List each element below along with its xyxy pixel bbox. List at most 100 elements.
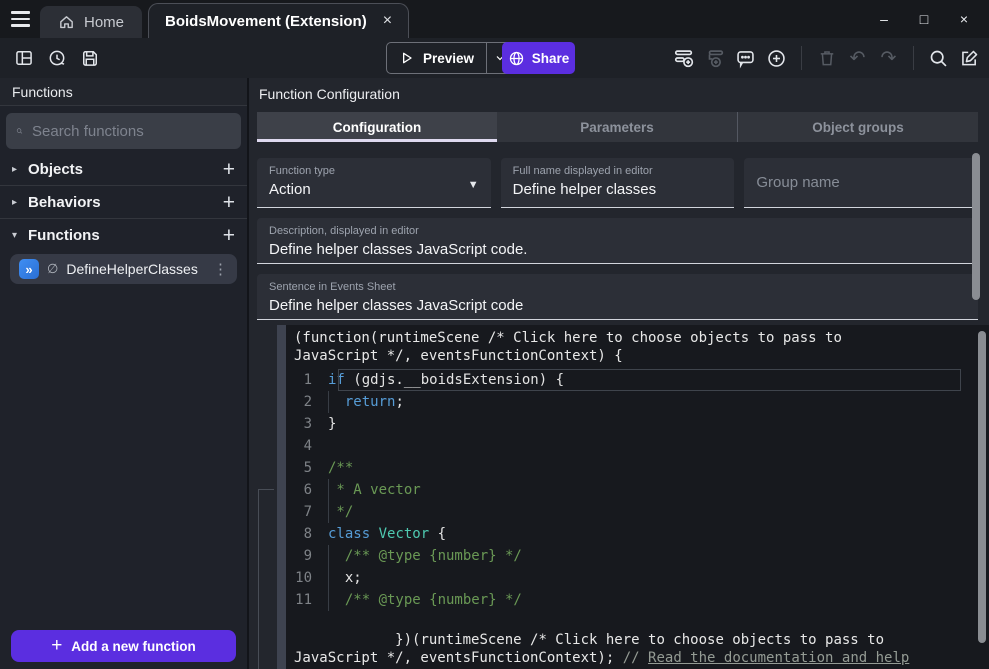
dropdown-caret-icon: ▼ <box>468 179 479 191</box>
function-menu-button[interactable]: ⋮ <box>213 260 228 278</box>
home-icon <box>58 14 75 31</box>
config-scrollbar[interactable] <box>972 153 980 300</box>
line-number: 8 <box>294 523 328 545</box>
minimize-button[interactable]: – <box>877 11 891 27</box>
add-new-function-button[interactable]: + Add a new function <box>11 630 236 662</box>
tab-boidsmovement[interactable]: BoidsMovement (Extension) × <box>148 3 409 38</box>
globe-icon <box>508 50 525 67</box>
sidebar-section-functions[interactable]: ▾ Functions + <box>0 219 247 252</box>
app-window: Home BoidsMovement (Extension) × – □ × <box>0 0 989 669</box>
search-icon <box>16 122 23 140</box>
panels-layout-button[interactable] <box>10 45 37 72</box>
history-button[interactable] <box>43 45 70 72</box>
redo-button[interactable]: ↷ <box>875 45 902 72</box>
close-tab-icon[interactable]: × <box>383 12 392 30</box>
function-type-select[interactable]: Function type Action ▼ <box>257 158 491 208</box>
sentence-field[interactable]: Sentence in Events Sheet Define helper c… <box>257 274 978 320</box>
tab-configuration[interactable]: Configuration <box>257 112 497 142</box>
add-event-button[interactable] <box>670 45 697 72</box>
code-header[interactable]: (function(runtimeScene /* Click here to … <box>294 329 930 365</box>
code-editor[interactable]: 1if (gdjs.__boidsExtension) {2 return;3}… <box>294 369 989 611</box>
function-item-definehelperclasses[interactable]: » ∅ DefineHelperClasses ⋮ <box>10 254 237 284</box>
preview-label: Preview <box>423 51 474 66</box>
delete-button[interactable] <box>813 45 840 72</box>
chevron-right-icon: ▸ <box>12 197 28 208</box>
code-line-text: } <box>328 413 336 435</box>
code-line[interactable]: 1if (gdjs.__boidsExtension) { <box>294 369 989 391</box>
plus-icon: + <box>51 635 62 657</box>
main-menu-button[interactable] <box>0 0 40 38</box>
code-line[interactable]: 10 x; <box>294 567 989 589</box>
code-line-text: * A vector <box>328 479 421 501</box>
close-window-button[interactable]: × <box>957 11 971 27</box>
save-icon <box>80 48 100 68</box>
section-label: Objects <box>28 161 83 178</box>
add-function-button[interactable]: + <box>223 225 235 246</box>
maximize-button[interactable]: □ <box>917 11 931 27</box>
preview-button[interactable]: Preview <box>386 42 513 74</box>
function-type-label: Function type <box>269 165 479 177</box>
edit-extension-button[interactable] <box>956 45 983 72</box>
choose-event-button[interactable] <box>763 45 790 72</box>
window-controls: – □ × <box>877 11 989 27</box>
main-panel: Function Configuration Configuration Par… <box>249 78 989 669</box>
description-field[interactable]: Description, displayed in editor Define … <box>257 218 978 264</box>
add-object-button[interactable]: + <box>223 159 235 180</box>
toolbar-left-group <box>10 45 103 72</box>
sentence-value: Define helper classes JavaScript code <box>269 297 966 314</box>
code-line-text: if (gdjs.__boidsExtension) { <box>328 369 564 391</box>
group-name-field[interactable] <box>744 158 978 208</box>
panels-layout-icon <box>14 48 34 68</box>
main-tabs: Configuration Parameters Object groups <box>257 112 978 142</box>
code-line[interactable]: 8class Vector { <box>294 523 989 545</box>
search-functions-box[interactable] <box>6 113 241 149</box>
event-drag-handle[interactable] <box>277 325 286 669</box>
code-editor-panel[interactable]: (function(runtimeScene /* Click here to … <box>286 325 989 669</box>
add-subevent-button[interactable] <box>701 45 728 72</box>
add-comment-button[interactable] <box>732 45 759 72</box>
content: Functions ▸ Objects + ▸ Behaviors + ▾ Fu… <box>0 78 989 669</box>
sidebar-spacer <box>0 284 247 630</box>
line-number: 9 <box>294 545 328 567</box>
group-name-input[interactable] <box>756 158 966 207</box>
line-number: 2 <box>294 391 328 413</box>
code-line[interactable]: 6 * A vector <box>294 479 989 501</box>
save-button[interactable] <box>76 45 103 72</box>
tab-object-groups[interactable]: Object groups <box>737 112 978 142</box>
tab-home[interactable]: Home <box>40 6 142 38</box>
full-name-field[interactable]: Full name displayed in editor Define hel… <box>501 158 735 208</box>
tab-parameters[interactable]: Parameters <box>497 112 737 142</box>
documentation-link[interactable]: Read the documentation and help <box>648 650 909 666</box>
line-number: 3 <box>294 413 328 435</box>
main-scrollbar[interactable] <box>978 331 986 643</box>
sidebar-section-behaviors[interactable]: ▸ Behaviors + <box>0 186 247 219</box>
indent-guide <box>328 479 329 501</box>
function-type-value: Action <box>269 181 479 198</box>
function-name: DefineHelperClasses <box>66 261 198 277</box>
play-icon <box>399 50 415 66</box>
line-number: 7 <box>294 501 328 523</box>
line-number: 10 <box>294 567 328 589</box>
undo-button[interactable]: ↶ <box>844 45 871 72</box>
full-name-value: Define helper classes <box>513 181 723 198</box>
sidebar: Functions ▸ Objects + ▸ Behaviors + ▾ Fu… <box>0 78 249 669</box>
sidebar-section-objects[interactable]: ▸ Objects + <box>0 153 247 186</box>
preview-button-main[interactable]: Preview <box>387 50 486 66</box>
code-line-text: x; <box>328 567 362 589</box>
code-line[interactable]: 5/** <box>294 457 989 479</box>
code-line[interactable]: 11 /** @type {number} */ <box>294 589 989 611</box>
code-line[interactable]: 3} <box>294 413 989 435</box>
tab-home-label: Home <box>84 14 124 31</box>
code-line[interactable]: 9 /** @type {number} */ <box>294 545 989 567</box>
chevron-right-icon: ▸ <box>12 164 28 175</box>
code-footer[interactable]: })(runtimeScene /* Click here to choose … <box>294 613 930 669</box>
share-button[interactable]: Share <box>502 42 575 74</box>
code-line[interactable]: 7 */ <box>294 501 989 523</box>
code-line[interactable]: 2 return; <box>294 391 989 413</box>
add-behavior-button[interactable]: + <box>223 192 235 213</box>
code-line[interactable]: 4 <box>294 435 989 457</box>
add-event-icon <box>673 47 695 69</box>
search-functions-input[interactable] <box>32 123 231 140</box>
code-line-text: return; <box>328 391 404 413</box>
search-events-button[interactable] <box>925 45 952 72</box>
